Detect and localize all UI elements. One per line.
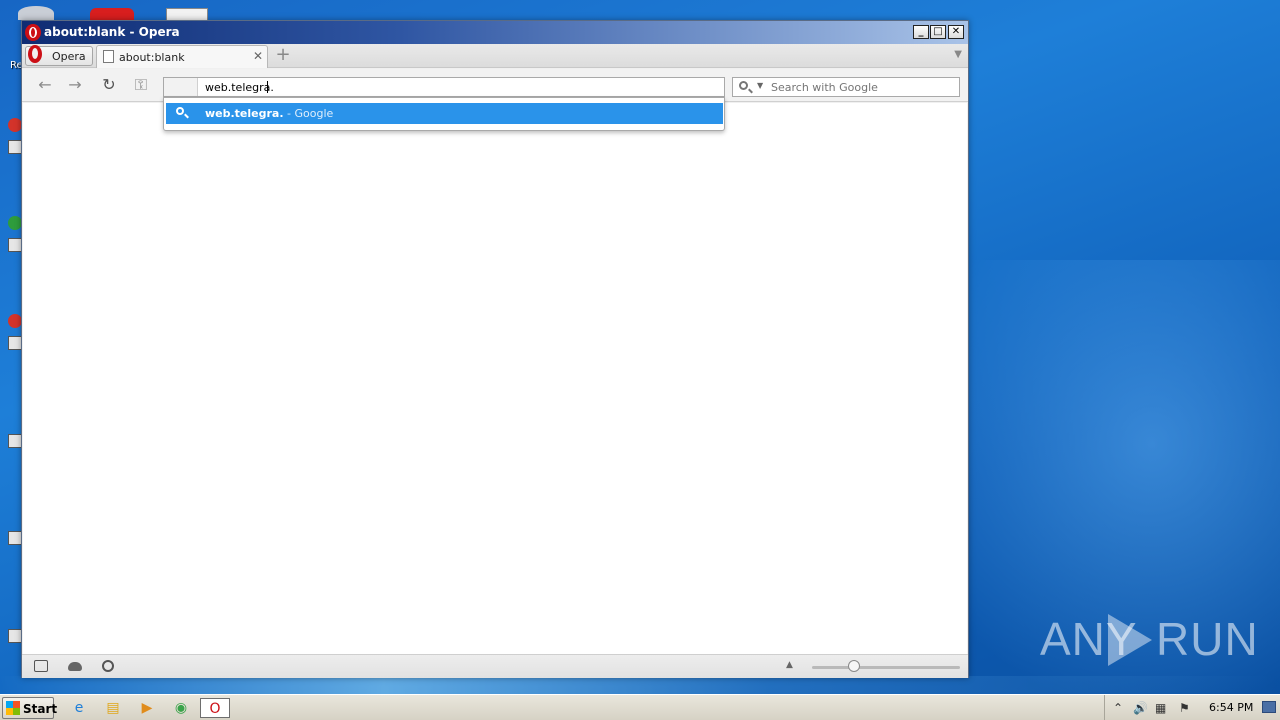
explorer-icon[interactable]: ▤ [102, 698, 124, 718]
page-content[interactable] [23, 103, 967, 654]
tray-clock[interactable]: 6:54 PM [1209, 701, 1253, 714]
search-icon [176, 107, 184, 115]
back-button[interactable]: ← [34, 75, 56, 95]
volume-icon[interactable]: 🔊 [1133, 701, 1148, 715]
address-input[interactable] [201, 78, 721, 96]
zoom-slider-handle[interactable] [848, 660, 860, 672]
zoom-slider-track[interactable] [812, 666, 960, 669]
opera-window: about:blank - Opera _ □ ✕ Opera about:bl… [21, 20, 969, 678]
status-bar: ▲ [22, 654, 968, 678]
search-box[interactable]: ▼ [732, 77, 960, 97]
watermark-right-text: RUN [1156, 613, 1259, 665]
address-suggestions-dropdown: web.telegra. - Google [163, 97, 725, 131]
suggestion-engine: - Google [283, 107, 334, 120]
opera-unite-cloud-icon[interactable] [68, 662, 82, 671]
address-bar[interactable] [163, 77, 725, 97]
minimize-button[interactable]: _ [913, 25, 929, 39]
reload-button[interactable]: ↻ [98, 75, 120, 95]
desktop-shortcut-icon[interactable] [8, 238, 22, 252]
desktop-opera-icon[interactable] [8, 314, 22, 328]
view-options-up-icon[interactable]: ▲ [786, 660, 793, 670]
desktop-green-app-icon[interactable] [8, 216, 22, 230]
opera-menu-button[interactable]: Opera [25, 45, 93, 66]
desktop-shortcut-icon[interactable] [8, 336, 22, 350]
windows-logo-icon [6, 701, 20, 715]
blank-page-icon [103, 50, 114, 63]
desktop-opera-icon[interactable] [8, 118, 22, 132]
taskbar: Start e ▤ ▶ ◉ O ⌃ 🔊 ▦ ⚑ 6:54 PM [0, 694, 1280, 720]
tab-close-icon[interactable]: ✕ [253, 49, 263, 63]
suggestion-text: web.telegra. - Google [205, 107, 333, 120]
watermark-play-icon [1108, 614, 1152, 666]
turbo-gauge-icon[interactable] [102, 660, 114, 672]
system-tray: ⌃ 🔊 ▦ ⚑ 6:54 PM [1104, 695, 1280, 720]
start-button[interactable]: Start [2, 697, 58, 719]
tab-label: about:blank [119, 51, 185, 64]
desktop-shortcut-icon[interactable] [8, 531, 22, 545]
chrome-icon[interactable]: ◉ [170, 698, 192, 718]
desktop-streak [0, 676, 1280, 696]
start-label: Start [23, 702, 58, 716]
network-icon[interactable]: ▦ [1155, 701, 1166, 715]
forward-button[interactable]: → [64, 75, 86, 95]
maximize-button[interactable]: □ [930, 25, 946, 39]
window-title: about:blank - Opera [44, 25, 180, 39]
recycle-bin-icon[interactable] [18, 6, 54, 20]
close-button[interactable]: ✕ [948, 25, 964, 39]
new-tab-button[interactable]: + [274, 46, 292, 65]
search-input[interactable] [771, 78, 957, 96]
media-player-icon[interactable]: ▶ [136, 698, 158, 718]
desktop-shortcut-icon[interactable] [8, 140, 22, 154]
tab-about-blank[interactable]: about:blank ✕ [96, 45, 268, 68]
tray-expand-icon[interactable]: ⌃ [1113, 701, 1123, 715]
desktop-shortcut-icon[interactable] [8, 434, 22, 448]
anyrun-watermark: ANY RUN [1040, 612, 1258, 672]
opera-logo-icon [28, 45, 42, 63]
text-caret [267, 81, 268, 93]
search-icon[interactable] [739, 81, 748, 90]
search-engine-dropdown-icon[interactable]: ▼ [757, 81, 763, 90]
opera-icon[interactable]: O [200, 698, 230, 718]
show-desktop-icon[interactable] [1262, 701, 1276, 713]
tab-strip: Opera about:blank ✕ + ▼ [22, 44, 968, 68]
suggestion-query: web.telegra. [205, 107, 284, 120]
opera-logo-icon [25, 24, 41, 41]
panel-toggle-icon[interactable] [34, 660, 48, 672]
tab-menu-chevron-icon[interactable]: ▼ [954, 49, 962, 60]
site-info-badge[interactable] [164, 78, 198, 96]
wand-key-button[interactable]: ⚿ [130, 75, 152, 95]
suggestion-item[interactable]: web.telegra. - Google [166, 103, 723, 124]
opera-menu-label: Opera [52, 50, 86, 63]
ie-icon[interactable]: e [68, 698, 90, 718]
action-center-flag-icon[interactable]: ⚑ [1179, 701, 1190, 715]
window-titlebar[interactable]: about:blank - Opera _ □ ✕ [22, 21, 968, 44]
desktop-shortcut-icon[interactable] [8, 629, 22, 643]
